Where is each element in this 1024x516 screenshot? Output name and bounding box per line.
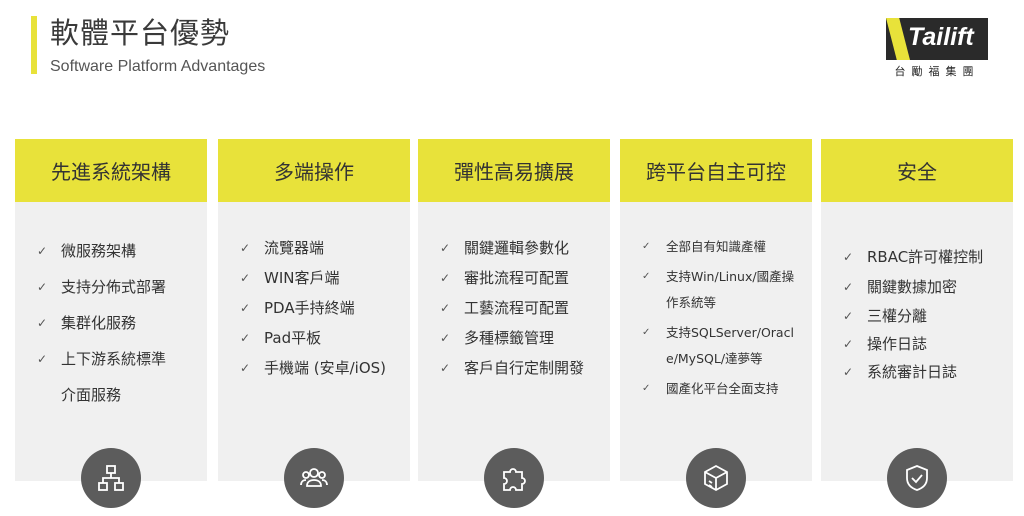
list-item: ✓ WIN客戶端: [240, 263, 402, 293]
check-icon: ✓: [642, 327, 651, 338]
list-item: ✓ 系統審計日誌: [843, 358, 1005, 386]
logo-stripe: [886, 18, 910, 60]
logo-mark: Tailift: [886, 18, 988, 60]
list-item-label: 支持SQLServer/Oracle/MySQL/達夢等: [666, 325, 794, 366]
sitemap-icon: [81, 448, 141, 508]
list-item-label: 全部自有知識產權: [666, 239, 767, 254]
list-item: ✓ 工藝流程可配置: [440, 293, 602, 323]
card-title: 多端操作: [218, 139, 410, 202]
check-icon: ✓: [843, 280, 854, 294]
list-item-label: 微服務架構: [61, 242, 137, 260]
list-item-label: 三權分離: [867, 307, 928, 325]
feature-list: ✓ 關鍵邏輯參數化 ✓ 審批流程可配置 ✓ 工藝流程可配置 ✓ 多種標籤管理 ✓ 客戶自行…: [440, 233, 602, 383]
list-item: ✓ 支持Win/Linux/國產操作系統等: [642, 264, 796, 316]
puzzle-icon: [484, 448, 544, 508]
company-logo: Tailift 台勵福集團: [886, 18, 988, 80]
shield-check-icon: [887, 448, 947, 508]
check-icon: ✓: [37, 316, 48, 330]
card-extensibility: 彈性高易擴展 ✓ 關鍵邏輯參數化 ✓ 審批流程可配置 ✓ 工藝流程可配置 ✓ 多種標籤管…: [418, 139, 610, 508]
card-system-architecture: 先進系統架構 ✓ 微服務架構 ✓ 支持分佈式部署 ✓ 集群化服務 ✓ 上下游系統標準介面…: [15, 139, 207, 508]
list-item: ✓ 全部自有知識產權: [642, 234, 796, 260]
check-icon: ✓: [642, 383, 651, 394]
check-icon: ✓: [240, 241, 251, 255]
list-item-label: Pad平板: [264, 329, 322, 347]
card-multi-terminal: 多端操作 ✓ 流覽器端 ✓ WIN客戶端 ✓ PDA手持終端 ✓ Pad平板 ✓ 手機端 …: [218, 139, 410, 508]
check-icon: ✓: [642, 241, 651, 252]
list-item-label: 國產化平台全面支持: [666, 381, 779, 396]
check-icon: ✓: [37, 352, 48, 366]
list-item-label: 集群化服務: [61, 314, 137, 332]
list-item: ✓ 客戶自行定制開發: [440, 353, 602, 383]
list-item: ✓ 支持SQLServer/Oracle/MySQL/達夢等: [642, 320, 796, 372]
list-item-label: PDA手持終端: [264, 299, 355, 317]
check-icon: ✓: [843, 337, 854, 351]
logo-text: Tailift: [908, 23, 974, 51]
check-icon: ✓: [440, 331, 451, 345]
feature-list: ✓ 全部自有知識產權 ✓ 支持Win/Linux/國產操作系統等 ✓ 支持SQLSer…: [642, 234, 796, 406]
list-item: ✓ RBAC許可權控制: [843, 242, 1005, 272]
card-title: 先進系統架構: [15, 139, 207, 202]
list-item: ✓ 上下游系統標準介面服務: [37, 341, 171, 413]
list-item: ✓ 多種標籤管理: [440, 323, 602, 353]
list-item-label: 工藝流程可配置: [464, 299, 570, 317]
list-item: ✓ 三權分離: [843, 302, 1005, 330]
list-item-label: 審批流程可配置: [464, 269, 570, 287]
list-item: ✓ 集群化服務: [37, 305, 199, 341]
list-item: ✓ 操作日誌: [843, 330, 1005, 358]
check-icon: ✓: [240, 361, 251, 375]
card-title: 安全: [821, 139, 1013, 202]
list-item: ✓ 流覽器端: [240, 233, 402, 263]
list-item-label: RBAC許可權控制: [867, 248, 984, 266]
card-title: 彈性高易擴展: [418, 139, 610, 202]
check-icon: ✓: [843, 365, 854, 379]
check-icon: ✓: [843, 309, 854, 323]
list-item: ✓ 手機端 (安卓/iOS): [240, 353, 402, 383]
list-item: ✓ 微服務架構: [37, 233, 199, 269]
check-icon: ✓: [37, 244, 48, 258]
list-item-label: 上下游系統標準介面服務: [61, 350, 167, 404]
list-item-label: 操作日誌: [867, 335, 928, 353]
list-item-label: 關鍵邏輯參數化: [464, 239, 570, 257]
feature-list: ✓ RBAC許可權控制 ✓ 關鍵數據加密 ✓ 三權分離 ✓ 操作日誌 ✓ 系統審計日誌: [843, 242, 1005, 386]
list-item-label: 支持分佈式部署: [61, 278, 167, 296]
check-icon: ✓: [440, 241, 451, 255]
card-security: 安全 ✓ RBAC許可權控制 ✓ 關鍵數據加密 ✓ 三權分離 ✓ 操作日誌 ✓ 系統審計日…: [821, 139, 1013, 508]
list-item-label: 支持Win/Linux/國產操作系統等: [666, 269, 795, 310]
card-title: 跨平台自主可控: [620, 139, 812, 202]
card-cross-platform: 跨平台自主可控 ✓ 全部自有知識產權 ✓ 支持Win/Linux/國產操作系統等 ✓…: [620, 139, 812, 508]
list-item-label: 關鍵數據加密: [867, 278, 958, 296]
logo-subtitle: 台勵福集團: [894, 65, 980, 78]
feature-list: ✓ 流覽器端 ✓ WIN客戶端 ✓ PDA手持終端 ✓ Pad平板 ✓ 手機端 (安卓/i…: [240, 233, 402, 383]
list-item: ✓ 支持分佈式部署: [37, 269, 199, 305]
page-title: 軟體平台優勢: [50, 16, 231, 50]
check-icon: ✓: [37, 280, 48, 294]
title-accent-bar: [31, 16, 37, 74]
list-item-label: WIN客戶端: [264, 269, 340, 287]
list-item: ✓ PDA手持終端: [240, 293, 402, 323]
check-icon: ✓: [843, 250, 854, 264]
list-item: ✓ Pad平板: [240, 323, 402, 353]
check-icon: ✓: [240, 271, 251, 285]
check-icon: ✓: [440, 301, 451, 315]
list-item-label: 系統審計日誌: [867, 363, 958, 381]
users-icon: [284, 448, 344, 508]
list-item-label: 客戶自行定制開發: [464, 359, 585, 377]
check-icon: ✓: [440, 361, 451, 375]
check-icon: ✓: [642, 271, 651, 282]
list-item: ✓ 關鍵邏輯參數化: [440, 233, 602, 263]
list-item: ✓ 審批流程可配置: [440, 263, 602, 293]
check-icon: ✓: [440, 271, 451, 285]
list-item-label: 手機端 (安卓/iOS): [264, 359, 387, 377]
check-icon: ✓: [240, 301, 251, 315]
page-subtitle: Software Platform Advantages: [50, 58, 266, 75]
check-icon: ✓: [240, 331, 251, 345]
cube-icon: [686, 448, 746, 508]
list-item: ✓ 關鍵數據加密: [843, 272, 1005, 302]
feature-list: ✓ 微服務架構 ✓ 支持分佈式部署 ✓ 集群化服務 ✓ 上下游系統標準介面服務: [37, 233, 199, 413]
list-item-label: 多種標籤管理: [464, 329, 555, 347]
list-item: ✓ 國產化平台全面支持: [642, 376, 796, 402]
list-item-label: 流覽器端: [264, 239, 325, 257]
